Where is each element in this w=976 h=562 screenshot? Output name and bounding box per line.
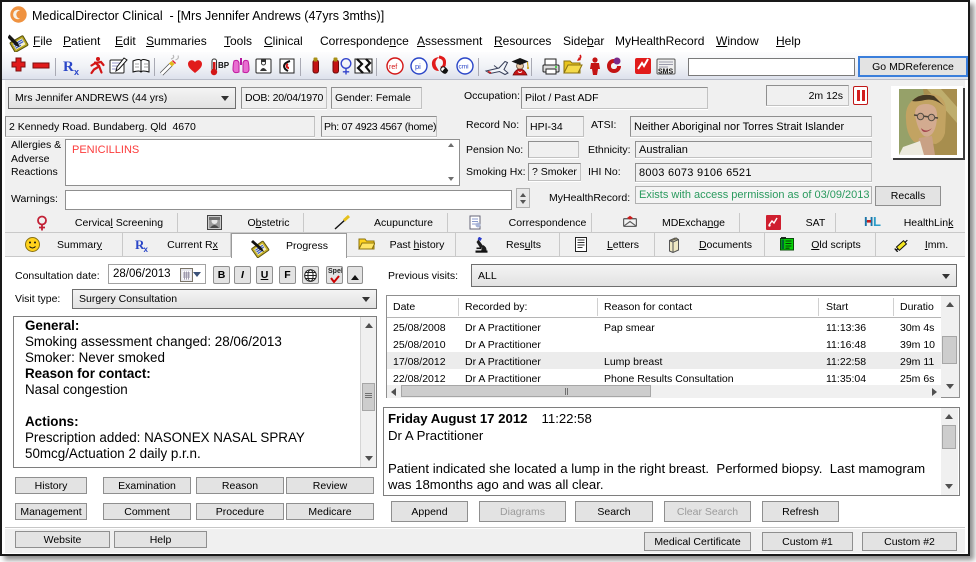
svg-text:cmi: cmi <box>459 64 469 71</box>
svg-text:x: x <box>74 67 79 77</box>
svg-text:SMS: SMS <box>658 69 674 76</box>
svg-text:R: R <box>63 59 74 75</box>
svg-text:L: L <box>873 215 881 228</box>
svg-text:BP: BP <box>218 61 230 70</box>
svg-text:x: x <box>144 245 149 252</box>
svg-text:ref: ref <box>389 64 397 71</box>
svg-text:pi: pi <box>415 62 421 71</box>
